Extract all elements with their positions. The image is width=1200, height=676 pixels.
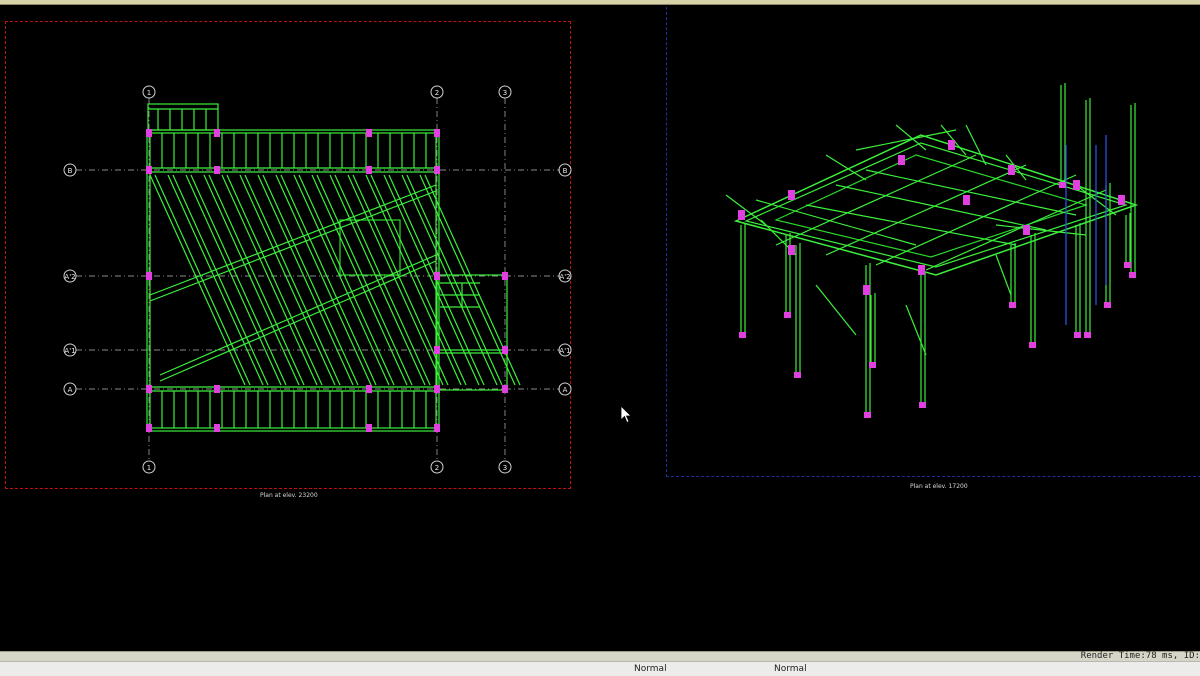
grid-bubble-col-3-bottom: 3 bbox=[498, 460, 512, 474]
grid-bubble-col-2-top: 2 bbox=[430, 85, 444, 99]
render-time-readout: Render Time:78 ms, ID: bbox=[1080, 651, 1200, 661]
mouse-cursor-icon bbox=[621, 406, 632, 424]
svg-text:A: A bbox=[68, 386, 73, 394]
grid-bubble-row-b-right: B bbox=[558, 163, 572, 177]
grid-bubble-row-a-right: A bbox=[558, 382, 572, 396]
svg-text:A'2: A'2 bbox=[64, 273, 75, 281]
grid-bubble-row-b-left: B bbox=[63, 163, 77, 177]
grid-bubble-col-1-bottom: 1 bbox=[142, 460, 156, 474]
svg-text:A: A bbox=[563, 386, 568, 394]
grid-bubble-row-a-left: A bbox=[63, 382, 77, 396]
grid-bubble-row-a2-right: A'2 bbox=[558, 269, 572, 283]
svg-text:B: B bbox=[68, 167, 73, 175]
drawing-canvas[interactable]: 1 2 3 1 2 3 B B A'2 A'2 A'1 A'1 A A Plan… bbox=[0, 5, 1200, 651]
grid-bubble-col-1-top: 1 bbox=[142, 85, 156, 99]
svg-text:2: 2 bbox=[435, 89, 439, 97]
svg-text:A'1: A'1 bbox=[559, 347, 570, 355]
svg-text:1: 1 bbox=[147, 464, 151, 472]
plan-members bbox=[146, 103, 521, 432]
model-3d-drawing bbox=[725, 83, 1139, 418]
svg-text:3: 3 bbox=[503, 89, 507, 97]
svg-text:3: 3 bbox=[503, 464, 507, 472]
svg-text:1: 1 bbox=[147, 89, 151, 97]
grid-bubble-row-a1-left: A'1 bbox=[63, 343, 77, 357]
svg-text:A'2: A'2 bbox=[559, 273, 570, 281]
grid-bubble-col-3-top: 3 bbox=[498, 85, 512, 99]
grid-bubble-col-2-bottom: 2 bbox=[430, 460, 444, 474]
bottom-mode-bar: Normal Normal bbox=[0, 661, 1200, 676]
svg-text:A'1: A'1 bbox=[64, 347, 75, 355]
plan-drawing: 1 2 3 1 2 3 B B A'2 A'2 A'1 A'1 A A bbox=[63, 85, 572, 474]
model-3d-viewport-label: Plan at elev. 17200 bbox=[910, 483, 968, 490]
grid-bubble-row-a2-left: A'2 bbox=[63, 269, 77, 283]
plan-viewport-label: Plan at elev. 23200 bbox=[260, 492, 318, 499]
mode-indicator-left[interactable]: Normal bbox=[634, 664, 667, 674]
grid-bubble-row-a1-right: A'1 bbox=[558, 343, 572, 357]
mode-indicator-right[interactable]: Normal bbox=[774, 664, 807, 674]
svg-text:2: 2 bbox=[435, 464, 439, 472]
svg-text:B: B bbox=[563, 167, 568, 175]
